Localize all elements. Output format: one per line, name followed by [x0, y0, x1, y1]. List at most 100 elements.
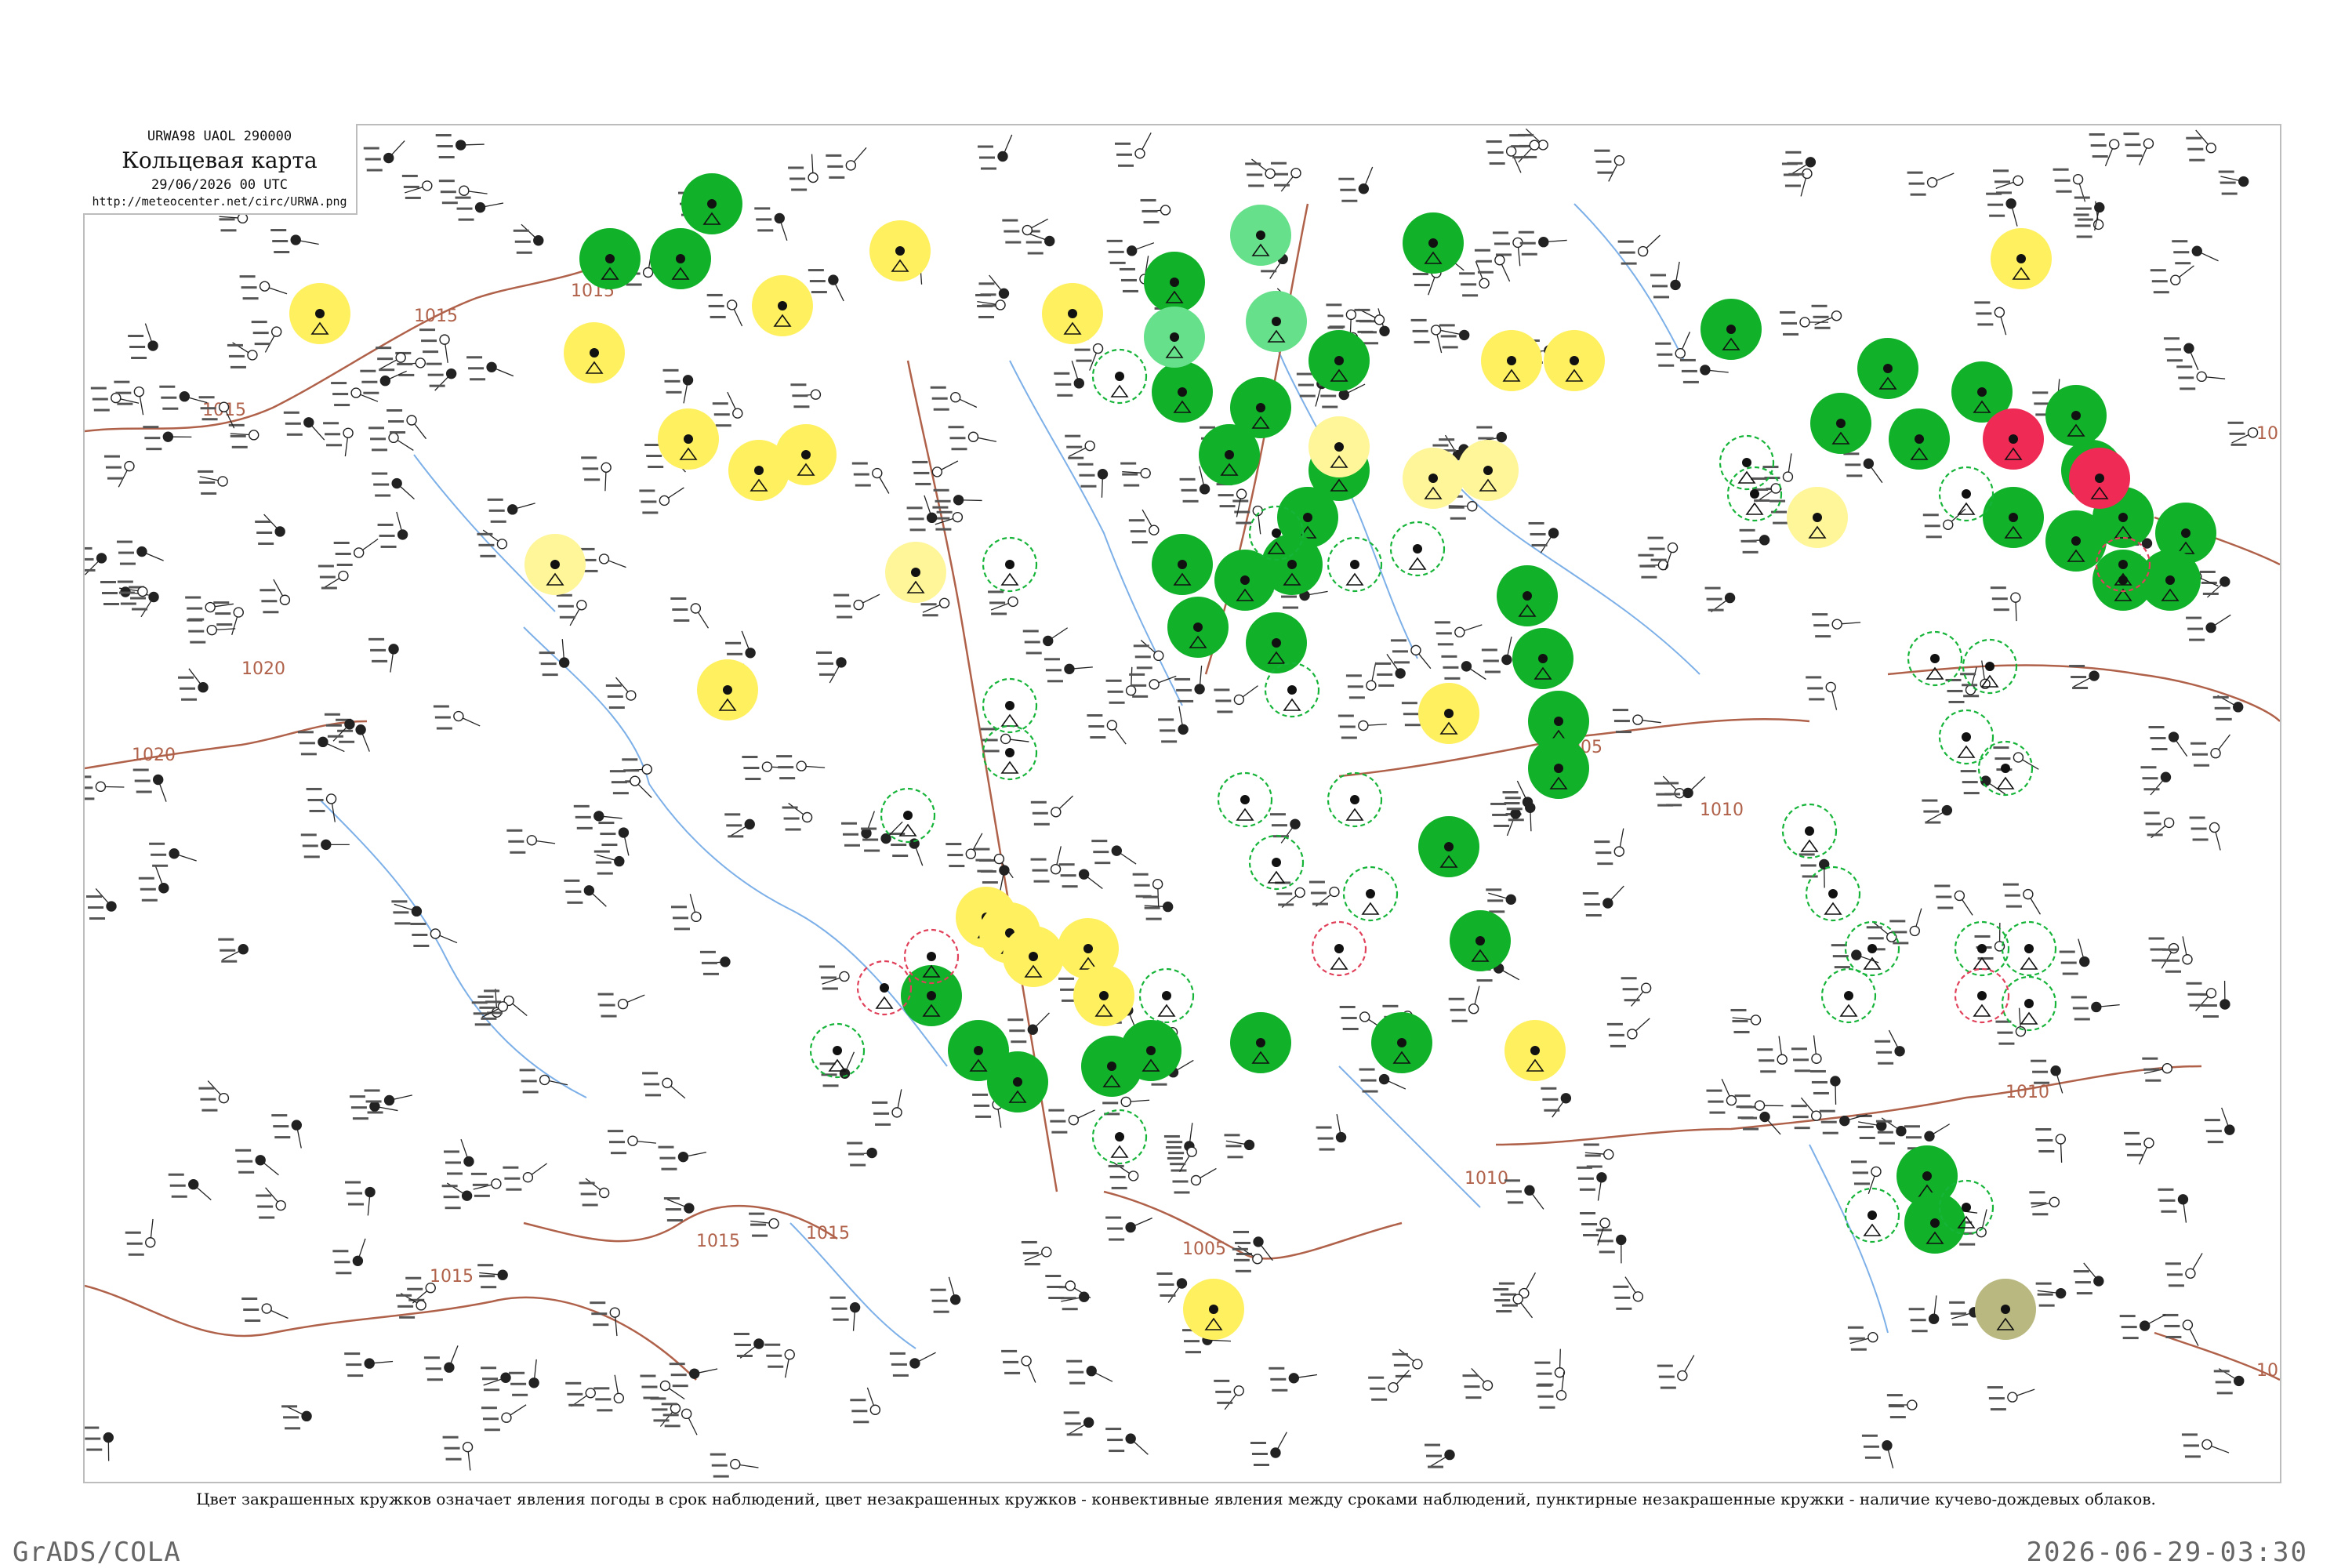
station-plot — [2199, 980, 2230, 1018]
station-plot — [2181, 1433, 2230, 1458]
convective-ring — [1248, 834, 1305, 891]
station-plot — [850, 1387, 881, 1424]
station-plot — [138, 866, 169, 902]
station-plot — [1439, 324, 1470, 349]
station-plot — [2148, 726, 2188, 757]
station-plot — [1987, 1386, 2035, 1411]
weather-circle — [1975, 1279, 2036, 1340]
station-plot — [2186, 614, 2231, 641]
weather-circle — [869, 220, 931, 281]
station-plot — [503, 1163, 547, 1191]
station-plot — [360, 369, 407, 394]
station-plot — [1993, 169, 2024, 194]
station-plot — [1001, 1349, 1036, 1383]
station-plot — [1657, 1355, 1695, 1389]
station-plot — [1757, 1036, 1788, 1073]
station-plot — [86, 888, 117, 920]
station-plot — [2071, 996, 2120, 1021]
weather-circle — [1246, 612, 1307, 673]
weather-circle — [901, 965, 962, 1026]
isobar-label: 1020 — [132, 746, 176, 765]
station-plot — [1613, 1276, 1644, 1310]
weather-circle — [697, 659, 758, 720]
station-plot — [1087, 714, 1127, 745]
weather-circle — [1528, 738, 1589, 799]
station-plot — [706, 293, 743, 327]
station-plot — [1232, 1245, 1263, 1272]
station-plot — [1044, 658, 1093, 683]
station-plot — [2002, 883, 2042, 915]
station-plot — [749, 1212, 779, 1237]
station-plot — [149, 842, 197, 867]
weather-circle — [1787, 487, 1848, 548]
station-plot — [1886, 1394, 1918, 1419]
station-plot — [816, 651, 847, 684]
station-plot — [256, 1187, 286, 1219]
render-timestamp: 2026-06-29-03:30 — [2026, 1537, 2308, 1568]
station-plot — [1270, 162, 1301, 192]
station-plot — [2176, 365, 2226, 390]
station-plot — [1156, 1272, 1188, 1303]
convective-ring — [1327, 771, 1383, 828]
station-plot — [241, 1298, 289, 1323]
station-plot — [1140, 198, 1171, 223]
isobar-label: 1015 — [806, 1224, 850, 1243]
station-plot — [1065, 434, 1095, 459]
station-plot — [297, 731, 345, 756]
station-plot — [1528, 521, 1559, 554]
station-plot — [1739, 528, 1770, 554]
station-plot — [368, 426, 414, 452]
isobar-label: 10 — [2256, 424, 2278, 444]
station-plot — [980, 728, 1029, 753]
station-plot — [833, 593, 880, 619]
isobar-label: 1015 — [430, 1267, 474, 1287]
station-plot — [1441, 655, 1486, 681]
weather-circle — [1512, 628, 1573, 689]
station-plot — [260, 579, 291, 614]
station-plot — [372, 472, 415, 500]
station-plot — [1606, 1018, 1650, 1047]
station-plot — [255, 514, 285, 545]
station-plot — [1781, 162, 1813, 197]
rivers-layer — [319, 203, 1889, 1349]
station-plot — [788, 154, 818, 191]
station-plot — [593, 1374, 625, 1412]
convective-ring — [1844, 1187, 1900, 1243]
station-plot — [1308, 880, 1340, 907]
station-plot — [1021, 1240, 1052, 1265]
station-plot — [1392, 1348, 1423, 1377]
station-plot — [851, 462, 890, 494]
station-plot — [2227, 421, 2259, 446]
weather-circle — [1700, 299, 1762, 360]
station-plot — [1133, 640, 1164, 670]
station-plot — [251, 321, 282, 353]
station-plot — [2119, 1314, 2166, 1340]
isobar-label: 1010 — [1465, 1169, 1508, 1189]
station-plot — [872, 1089, 902, 1126]
station-plot — [710, 1453, 759, 1478]
station-plot — [487, 498, 535, 523]
convective-ring — [982, 536, 1038, 593]
station-plot — [556, 593, 587, 626]
station-plot — [470, 1172, 502, 1197]
station-plot — [1806, 676, 1838, 710]
station-plot — [776, 755, 826, 780]
station-plot — [1486, 888, 1516, 913]
station-plot — [564, 879, 607, 907]
weather-circle — [1418, 683, 1479, 744]
station-plot — [376, 347, 406, 372]
station-plot — [506, 829, 556, 854]
station-plot — [2204, 1107, 2235, 1144]
station-plot — [363, 140, 405, 172]
station-plot — [1063, 1411, 1094, 1436]
station-plot — [324, 713, 355, 742]
station-plot — [1030, 846, 1062, 883]
station-plot — [819, 1051, 855, 1087]
weather-circle — [987, 1051, 1048, 1112]
station-plot — [1798, 853, 1830, 888]
station-plot — [271, 1114, 302, 1149]
station-plot — [1986, 192, 2018, 227]
station-plot — [481, 1404, 527, 1432]
station-plot — [1224, 1134, 1255, 1159]
station-plot — [345, 1181, 376, 1216]
